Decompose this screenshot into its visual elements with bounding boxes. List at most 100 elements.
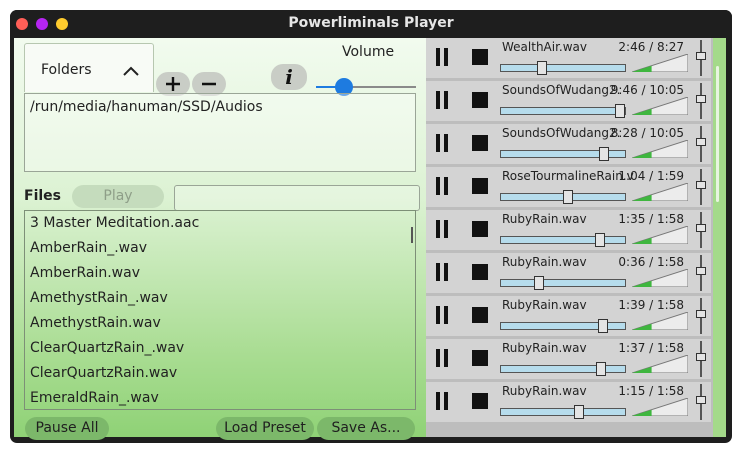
track-volume-slider[interactable] <box>696 255 706 291</box>
track-progress-slider[interactable] <box>500 405 626 419</box>
folders-tab[interactable]: Folders <box>24 43 154 92</box>
track-name: RubyRain.wav <box>502 384 587 398</box>
main-content: Folders i Volume /run/media/hanuman/SSD/… <box>14 38 726 440</box>
stop-icon[interactable] <box>472 178 488 194</box>
stop-icon[interactable] <box>472 350 488 366</box>
stop-icon[interactable] <box>472 393 488 409</box>
file-search-input[interactable] <box>174 185 420 211</box>
file-list-item[interactable]: 3 Master Meditation.aac <box>30 215 199 231</box>
track-progress-handle[interactable] <box>562 190 573 204</box>
file-list-item[interactable]: AmethystRain.wav <box>30 315 161 331</box>
file-list-item[interactable]: AmberRain.wav <box>30 265 140 281</box>
track-progress-slider[interactable] <box>500 276 626 290</box>
track-progress-slider[interactable] <box>500 233 626 247</box>
title-bar: Powerliminals Player <box>10 10 732 38</box>
stop-icon[interactable] <box>472 135 488 151</box>
file-list-item[interactable]: AmberRain_.wav <box>30 240 147 256</box>
track-time: 9:46 / 10:05 <box>610 83 684 97</box>
track-name: RubyRain.wav <box>502 255 587 269</box>
track-progress-slider[interactable] <box>500 104 626 118</box>
track-volume-meter[interactable] <box>632 54 688 72</box>
track-progress-handle[interactable] <box>615 104 626 118</box>
track-volume-slider[interactable] <box>696 83 706 119</box>
stop-icon[interactable] <box>472 264 488 280</box>
track-progress-slider[interactable] <box>500 362 626 376</box>
track-progress-handle[interactable] <box>536 61 547 75</box>
track-volume-slider[interactable] <box>696 169 706 205</box>
track-time: 1:37 / 1:58 <box>618 341 684 355</box>
file-list-scrollbar[interactable] <box>411 227 413 243</box>
folders-tab-label: Folders <box>41 62 92 78</box>
track-volume-slider[interactable] <box>696 341 706 377</box>
track-volume-slider[interactable] <box>696 384 706 420</box>
track-row: RoseTourmalineRain.v 1:04 / 1:59 <box>426 167 711 207</box>
track-progress-handle[interactable] <box>596 362 607 376</box>
stop-icon[interactable] <box>472 307 488 323</box>
stop-icon[interactable] <box>472 221 488 237</box>
info-button[interactable]: i <box>271 64 307 90</box>
track-volume-slider-handle[interactable] <box>696 353 706 361</box>
track-volume-slider-handle[interactable] <box>696 267 706 275</box>
file-list[interactable]: 3 Master Meditation.aac AmberRain_.wav A… <box>24 210 416 410</box>
chevron-up-icon <box>123 66 139 76</box>
file-list-item[interactable]: ClearQuartzRain.wav <box>30 365 177 381</box>
file-list-item[interactable]: EmeraldRain_.wav <box>30 390 159 406</box>
track-volume-meter[interactable] <box>632 97 688 115</box>
load-preset-button[interactable]: Load Preset <box>216 417 314 440</box>
minus-icon <box>202 82 216 86</box>
folder-path[interactable]: /run/media/hanuman/SSD/Audios <box>30 99 263 115</box>
track-volume-slider[interactable] <box>696 126 706 162</box>
track-volume-slider-handle[interactable] <box>696 138 706 146</box>
pause-all-button[interactable]: Pause All <box>25 417 109 440</box>
track-volume-slider[interactable] <box>696 298 706 334</box>
track-list-scrollbar[interactable] <box>713 38 726 437</box>
track-volume-slider[interactable] <box>696 212 706 248</box>
stop-icon[interactable] <box>472 49 488 65</box>
track-progress-handle[interactable] <box>598 147 609 161</box>
file-list-item[interactable]: AmethystRain_.wav <box>30 290 168 306</box>
track-row: SoundsOfWudang2. 9:46 / 10:05 <box>426 81 711 121</box>
track-progress-slider[interactable] <box>500 190 626 204</box>
track-row: SoundsOfWudang2. 8:28 / 10:05 <box>426 124 711 164</box>
track-row: RubyRain.wav 1:39 / 1:58 <box>426 296 711 336</box>
track-volume-meter[interactable] <box>632 398 688 416</box>
track-progress-slider[interactable] <box>500 147 626 161</box>
track-volume-slider-handle[interactable] <box>696 224 706 232</box>
track-volume-meter[interactable] <box>632 183 688 201</box>
track-volume-slider-handle[interactable] <box>696 52 706 60</box>
stop-icon[interactable] <box>472 92 488 108</box>
track-volume-slider[interactable] <box>696 40 706 76</box>
track-progress-handle[interactable] <box>597 319 608 333</box>
track-volume-meter[interactable] <box>632 312 688 330</box>
track-volume-slider-handle[interactable] <box>696 310 706 318</box>
track-row: RubyRain.wav 1:35 / 1:58 <box>426 210 711 250</box>
track-volume-slider-handle[interactable] <box>696 95 706 103</box>
folder-path-list[interactable]: /run/media/hanuman/SSD/Audios <box>24 93 416 172</box>
track-progress-slider[interactable] <box>500 61 626 75</box>
track-volume-meter[interactable] <box>632 226 688 244</box>
track-progress-slider[interactable] <box>500 319 626 333</box>
track-volume-slider-handle[interactable] <box>696 181 706 189</box>
track-list-scroll-thumb[interactable] <box>716 66 719 202</box>
track-time: 8:28 / 10:05 <box>610 126 684 140</box>
track-volume-slider-handle[interactable] <box>696 396 706 404</box>
track-progress-handle[interactable] <box>534 276 545 290</box>
track-panel: WealthAir.wav 2:46 / 8:27 SoundsOfWudang2.… <box>426 38 726 437</box>
save-as-button[interactable]: Save As... <box>317 417 415 440</box>
window-title: Powerliminals Player <box>288 15 454 31</box>
track-time: 0:36 / 1:58 <box>618 255 684 269</box>
track-progress-handle[interactable] <box>574 405 585 419</box>
play-button[interactable]: Play <box>72 185 164 208</box>
track-row: WealthAir.wav 2:46 / 8:27 <box>426 38 711 78</box>
plus-icon <box>166 77 180 91</box>
track-row: RubyRain.wav 0:36 / 1:58 <box>426 253 711 293</box>
track-volume-meter[interactable] <box>632 269 688 287</box>
file-list-item[interactable]: ClearQuartzRain_.wav <box>30 340 184 356</box>
track-time: 1:04 / 1:59 <box>618 169 684 183</box>
track-volume-meter[interactable] <box>632 355 688 373</box>
track-name: SoundsOfWudang2. <box>502 83 621 97</box>
track-row: RubyRain.wav 1:15 / 1:58 <box>426 382 711 422</box>
volume-label: Volume <box>342 44 395 60</box>
track-volume-meter[interactable] <box>632 140 688 158</box>
track-progress-handle[interactable] <box>595 233 606 247</box>
